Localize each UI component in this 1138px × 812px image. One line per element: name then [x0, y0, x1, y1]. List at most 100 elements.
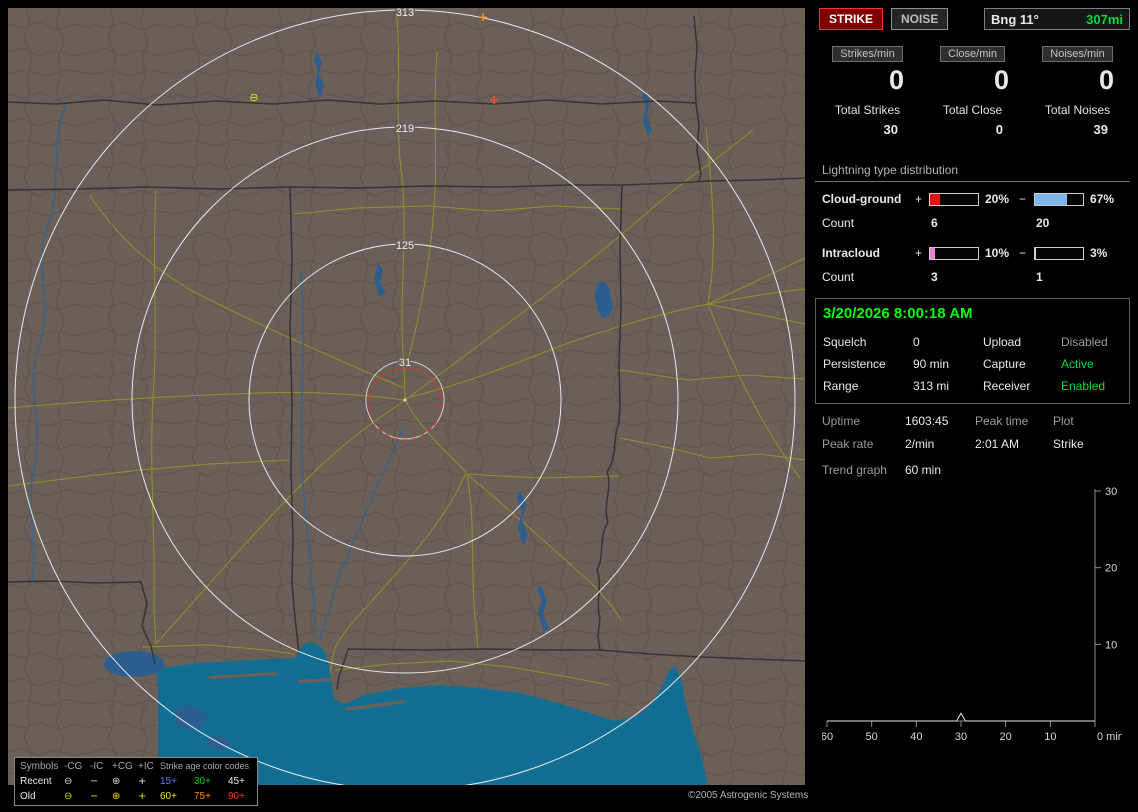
close-per-min-counter: Close/min 0 Total Close 0 [920, 46, 1025, 137]
pos-ic-symbol-recent: + [138, 776, 147, 787]
total-noises-label: Total Noises [1044, 103, 1111, 117]
trend-graph-label: Trend graph [822, 463, 887, 477]
noise-tab[interactable]: NOISE [891, 8, 949, 30]
mode-tabs: STRIKE NOISE Bng 11° 307mi [815, 8, 1130, 30]
neg-cg-symbol-recent: ⊖ [64, 776, 73, 787]
plus-sign: + [915, 246, 923, 260]
ring-label-125: 125 [396, 240, 414, 252]
copyright-text: ©2005 Astrogenic Systems [688, 790, 809, 801]
rate-counters: Strikes/min 0 Total Strikes 30 Close/min… [815, 46, 1130, 137]
cloud-ground-negative-bar [1034, 192, 1084, 206]
peak-time-label: Peak time [975, 414, 1029, 428]
strike-map[interactable]: 313 219 125 31 + + ⊖ [8, 8, 805, 785]
ring-label-31: 31 [399, 357, 411, 369]
squelch-value: 0 [913, 335, 920, 349]
bearing-box: Bng 11° 307mi [984, 8, 1130, 30]
receiver-value: Enabled [1061, 379, 1106, 393]
symbol-legend: Symbols -CG -IC +CG +IC Strike age color… [14, 757, 258, 806]
upload-label: Upload [983, 335, 1022, 349]
map-area: 313 219 125 31 + + ⊖ [8, 8, 805, 785]
svg-text:10: 10 [1044, 731, 1056, 743]
plot-value: Strike [1053, 437, 1084, 451]
strike-tab[interactable]: STRIKE [819, 8, 884, 30]
strikes-per-min-counter: Strikes/min 0 Total Strikes 30 [815, 46, 920, 137]
strike-symbol: ⊖ [249, 91, 258, 104]
total-close-value: 0 [995, 122, 1003, 137]
noises-per-min-counter: Noises/min 0 Total Noises 39 [1025, 46, 1130, 137]
pos-ic-symbol-old: + [138, 791, 147, 802]
strike-symbol: + [478, 10, 488, 24]
count-label: Count [822, 216, 855, 230]
intracloud-label: Intracloud [822, 246, 881, 260]
total-close-label: Total Close [942, 103, 1003, 117]
plot-label: Plot [1053, 414, 1074, 428]
svg-text:0 min: 0 min [1097, 731, 1122, 743]
intracloud-negative-bar [1034, 246, 1084, 260]
total-noises-value: 39 [1093, 122, 1108, 137]
legend-age-header: Strike age color codes [160, 761, 250, 771]
persistence-value: 90 min [913, 357, 950, 371]
legend-col-pos-ic: +IC [138, 761, 154, 772]
legend-row-label-old: Old [20, 791, 36, 802]
svg-text:10: 10 [1105, 639, 1117, 651]
age-code-75: 75+ [194, 791, 211, 802]
trend-plot: 10 20 30 60 50 40 30 20 10 0 min [821, 486, 1124, 743]
system-clock: 3/20/2026 8:00:18 AM [823, 305, 973, 322]
uptime-value: 1603:45 [905, 414, 949, 428]
legend-col-pos-cg: +CG [112, 761, 133, 772]
persistence-label: Persistence [823, 357, 886, 371]
strike-symbol: + [489, 93, 499, 107]
neg-ic-symbol-old: − [90, 791, 99, 802]
pos-cg-symbol-old: ⊕ [112, 791, 121, 802]
intracloud-negative-pct: 3% [1090, 246, 1108, 260]
svg-text:20: 20 [1105, 563, 1117, 575]
range-value: 313 mi [913, 379, 950, 393]
legend-symbols-header: Symbols [20, 761, 59, 772]
bearing-distance: 307mi [1086, 11, 1123, 27]
peak-rate-label: Peak rate [822, 437, 874, 451]
intracloud-positive-count: 3 [931, 270, 938, 284]
neg-ic-symbol-recent: − [90, 776, 99, 787]
squelch-label: Squelch [823, 335, 867, 349]
close-per-min-value: 0 [993, 65, 1009, 95]
peak-rate-value: 2/min [905, 437, 935, 451]
trend-graph-window: 60 min [905, 463, 942, 477]
strikes-per-min-value: 0 [888, 65, 904, 95]
pos-cg-symbol-recent: ⊕ [112, 776, 121, 787]
range-label: Range [823, 379, 859, 393]
legend-col-neg-cg: -CG [64, 761, 83, 772]
cloud-ground-positive-pct: 20% [985, 192, 1010, 206]
svg-text:20: 20 [1000, 731, 1012, 743]
lightning-distribution-section: Lightning type distribution Cloud-ground… [815, 163, 1130, 284]
svg-text:40: 40 [910, 731, 922, 743]
svg-text:50: 50 [866, 731, 878, 743]
svg-text:30: 30 [1105, 486, 1117, 498]
cloud-ground-negative-pct: 67% [1090, 192, 1115, 206]
close-per-min-label: Close/min [940, 46, 1005, 62]
capture-value: Active [1061, 357, 1094, 371]
legend-col-neg-ic: -IC [90, 761, 104, 772]
intracloud-positive-bar [929, 246, 979, 260]
noises-per-min-label: Noises/min [1042, 46, 1113, 62]
cloud-ground-label: Cloud-ground [822, 192, 902, 206]
strikes-per-min-label: Strikes/min [832, 46, 903, 62]
neg-cg-symbol-old: ⊖ [64, 791, 73, 802]
count-label: Count [822, 270, 855, 284]
peak-time-value: 2:01 AM [975, 437, 1020, 451]
intracloud-positive-pct: 10% [985, 246, 1010, 260]
session-stats-section: Uptime 1603:45 Peak time Plot Peak rate … [815, 414, 1130, 752]
plus-sign: + [915, 192, 923, 206]
total-strikes-label: Total Strikes [834, 103, 901, 117]
age-code-90: 90+ [228, 791, 245, 802]
bearing-value: Bng 11° [991, 11, 1039, 27]
noises-per-min-value: 0 [1098, 65, 1114, 95]
receiver-label: Receiver [983, 379, 1031, 393]
intracloud-negative-count: 1 [1036, 270, 1043, 284]
legend-row-label-recent: Recent [20, 776, 52, 787]
age-code-30: 30+ [194, 776, 211, 787]
minus-sign: − [1019, 246, 1027, 260]
svg-text:30: 30 [955, 731, 967, 743]
distribution-title: Lightning type distribution [815, 163, 1130, 182]
system-status-section: 3/20/2026 8:00:18 AM Squelch 0 Upload Di… [815, 298, 1130, 404]
receiver-center-dot [403, 398, 407, 402]
